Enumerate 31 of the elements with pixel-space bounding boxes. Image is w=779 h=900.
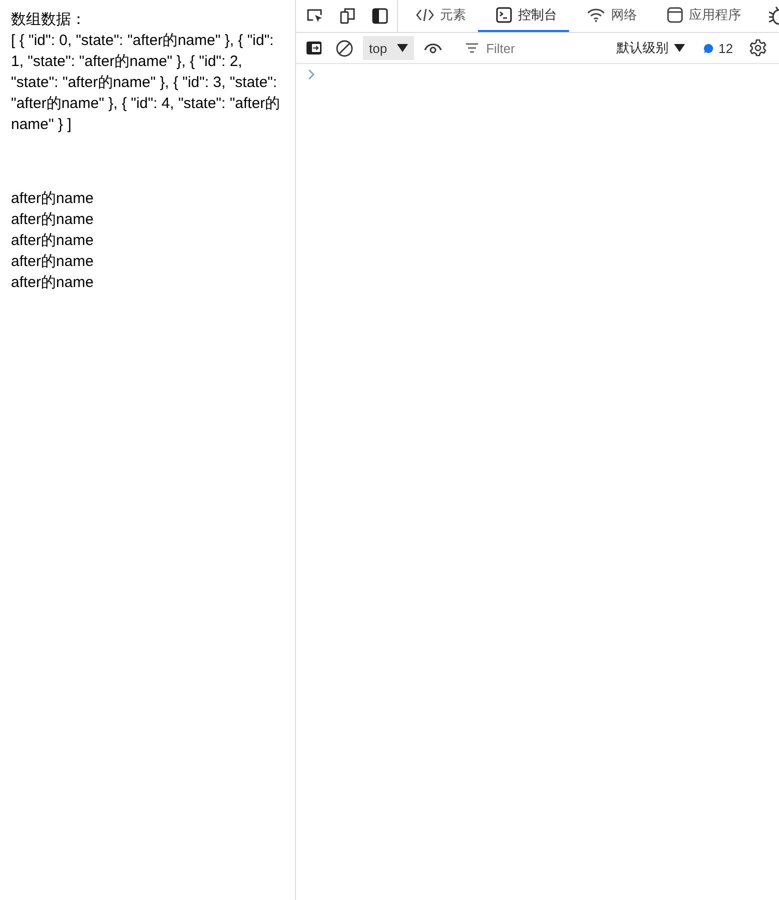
message-icon xyxy=(702,42,714,54)
item-text: after的name xyxy=(11,231,95,251)
device-icon[interactable] xyxy=(340,7,356,25)
prompt-icon xyxy=(308,69,315,80)
level-dropdown[interactable]: 默认级别 xyxy=(616,39,685,57)
array-text: [ { "id": 0, "state": "after的name" }, { "id": 1, "state": "after的name" }, { "id": 2, "state": "after的name" }, { "id": 3, "state": "after的name" }, { "id": 4, "state": "after的name" } ] xyxy=(11,31,281,135)
inspect-icon[interactable] xyxy=(306,8,324,24)
item-text: after的name xyxy=(11,210,95,230)
settings-icon[interactable] xyxy=(749,39,767,57)
array-heading: 数组数据： xyxy=(11,10,87,30)
item-text: after的name xyxy=(11,252,95,272)
filter-field[interactable]: Filter xyxy=(486,40,566,56)
bug-icon[interactable] xyxy=(769,6,779,26)
eye-icon[interactable] xyxy=(424,42,442,54)
tab[interactable]: 应用程序 xyxy=(649,0,753,32)
caret-icon xyxy=(397,44,408,52)
caret-icon xyxy=(674,44,685,52)
message-count[interactable]: 12 xyxy=(702,40,733,56)
context-dropdown[interactable]: top xyxy=(363,36,414,60)
filter-icon xyxy=(466,43,478,53)
dock-icon[interactable] xyxy=(372,8,388,24)
item-text: after的name xyxy=(11,273,95,293)
window-icon xyxy=(667,7,683,23)
tab[interactable]: 网络 xyxy=(569,0,649,32)
sidebar-icon[interactable] xyxy=(306,41,322,55)
console-icon xyxy=(496,7,512,23)
code-icon xyxy=(416,8,434,22)
item-text: after的name xyxy=(11,189,95,209)
clear-icon[interactable] xyxy=(336,40,353,56)
wifi-icon xyxy=(587,8,605,22)
tab[interactable]: 元素 xyxy=(398,0,478,32)
